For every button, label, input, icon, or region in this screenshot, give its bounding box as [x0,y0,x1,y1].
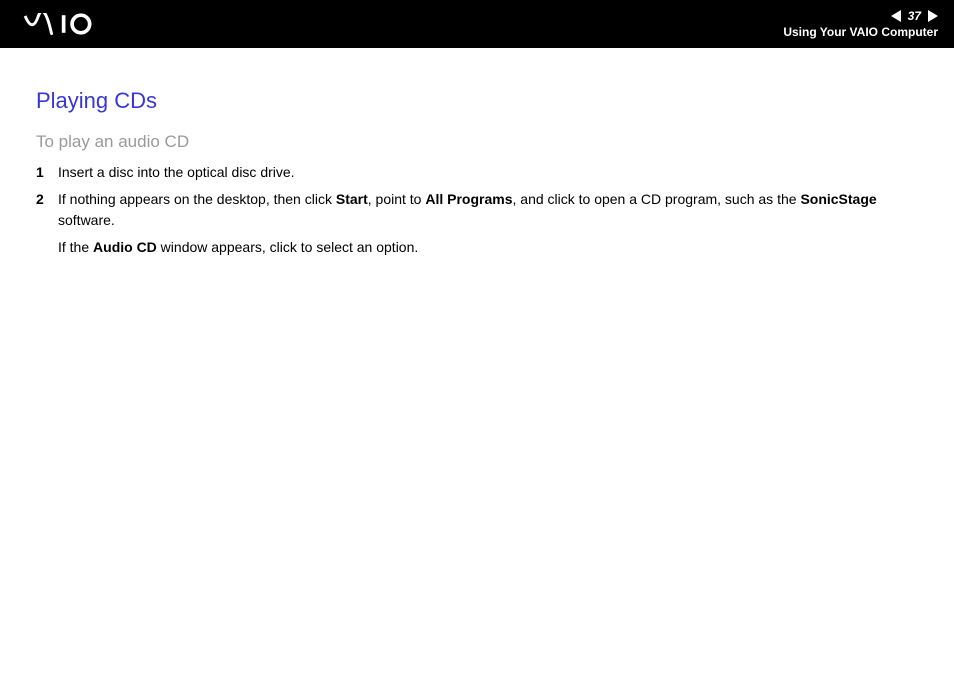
prev-page-arrow-icon[interactable] [891,10,901,22]
vaio-logo [20,13,130,35]
text-fragment: If the [58,239,93,255]
page-subheading: To play an audio CD [36,132,918,152]
text-fragment: , point to [368,191,426,207]
step-text: If nothing appears on the desktop, then … [58,189,918,258]
step-note: If the Audio CD window appears, click to… [58,237,918,258]
page-heading: Playing CDs [36,88,918,114]
text-fragment: If nothing appears on the desktop, then … [58,191,336,207]
text-fragment: window appears, click to select an optio… [157,239,418,255]
text-fragment: , and click to open a CD program, such a… [513,191,801,207]
section-title: Using Your VAIO Computer [783,25,938,39]
page-number: 37 [905,9,924,23]
bold-text: SonicStage [800,191,876,207]
bold-text: Start [336,191,368,207]
page-nav: 37 [891,9,938,23]
next-page-arrow-icon[interactable] [928,10,938,22]
step-number: 2 [36,189,58,258]
bold-text: All Programs [425,191,512,207]
header-right: 37 Using Your VAIO Computer [783,9,938,39]
bold-text: Audio CD [93,239,157,255]
text-fragment: software. [58,212,115,228]
step-item: 1 Insert a disc into the optical disc dr… [36,162,918,183]
header-bar: 37 Using Your VAIO Computer [0,0,954,48]
step-text: Insert a disc into the optical disc driv… [58,162,918,183]
step-item: 2 If nothing appears on the desktop, the… [36,189,918,258]
content-area: Playing CDs To play an audio CD 1 Insert… [0,48,954,258]
step-number: 1 [36,162,58,183]
